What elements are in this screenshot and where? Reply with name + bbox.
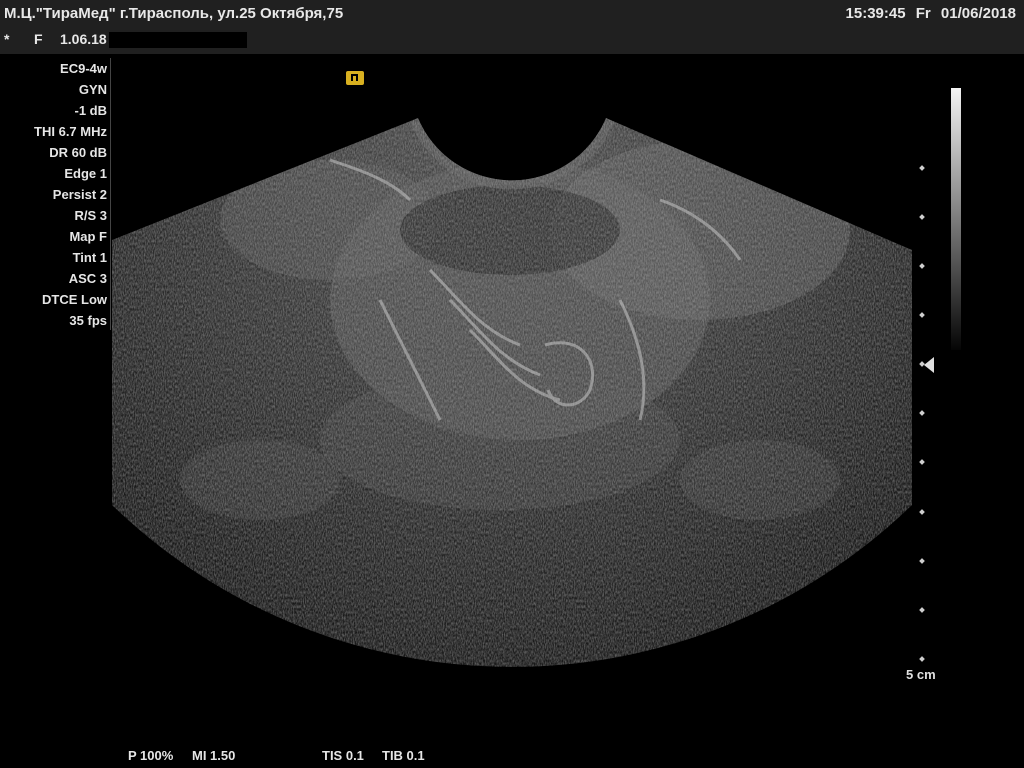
param-gain: -1 dB: [74, 103, 108, 118]
imaging-parameters: EC9-4w GYN -1 dB THI 6.7 MHz DR 60 dB Ed…: [0, 58, 107, 331]
param-tint: Tint 1: [72, 250, 107, 265]
param-edge: Edge 1: [64, 166, 107, 181]
date-time: 15:39:45 Fr 01/06/2018: [846, 5, 1016, 22]
ultrasound-screen: М.Ц."ТираМед" г.Тирасполь, ул.25 Октября…: [0, 0, 1024, 768]
power-output: P 100%: [128, 748, 174, 763]
param-map: Map F: [69, 229, 107, 244]
depth-tick: [919, 459, 925, 465]
param-preset: GYN: [78, 82, 107, 97]
exam-date: 1.06.18: [60, 31, 107, 47]
param-dynamic-range: DR 60 dB: [49, 145, 107, 160]
depth-tick: [919, 410, 925, 416]
depth-scale: [918, 160, 938, 670]
clock-time: 15:39:45: [845, 5, 906, 22]
param-persist: Persist 2: [52, 187, 107, 202]
depth-tick: [919, 214, 925, 220]
param-asc: ASC 3: [68, 271, 107, 286]
depth-tick: [919, 607, 925, 613]
patient-sex: F: [34, 31, 43, 47]
orientation-marker-icon: [346, 71, 364, 85]
mechanical-index: MI 1.50: [192, 748, 236, 763]
date: 01/06/2018: [940, 5, 1016, 22]
depth-tick: [919, 312, 925, 318]
depth-tick: [919, 656, 925, 662]
patient-name-redacted: [108, 32, 247, 49]
param-dtce: DTCE Low: [42, 292, 107, 307]
weekday: Fr: [915, 5, 931, 22]
header-bar: М.Ц."ТираМед" г.Тирасполь, ул.25 Октября…: [0, 0, 1024, 54]
depth-label: 5 cm: [906, 667, 936, 682]
param-rs: R/S 3: [74, 208, 107, 223]
param-probe: EC9-4w: [60, 61, 107, 76]
thermal-index-bone: TIB 0.1: [382, 748, 425, 763]
ultrasound-sector-image: [112, 118, 912, 667]
clinic-title: М.Ц."ТираМед" г.Тирасполь, ул.25 Октября…: [4, 5, 344, 22]
depth-tick: [919, 509, 925, 515]
parameters-divider: [110, 58, 111, 330]
patient-info-row: * F 1.06.18: [4, 31, 247, 49]
patient-mark: *: [4, 31, 10, 47]
thermal-index-soft: TIS 0.1: [322, 748, 364, 763]
param-frame-rate: 35 fps: [69, 313, 107, 328]
focus-marker-icon: [924, 357, 934, 373]
acoustic-output: P 100% MI 1.50 TIS 0.1 TIB 0.1: [128, 748, 425, 763]
param-frequency: THI 6.7 MHz: [34, 124, 107, 139]
depth-tick: [919, 558, 925, 564]
depth-tick: [919, 165, 925, 171]
grayscale-bar: [951, 88, 961, 350]
depth-tick: [919, 263, 925, 269]
